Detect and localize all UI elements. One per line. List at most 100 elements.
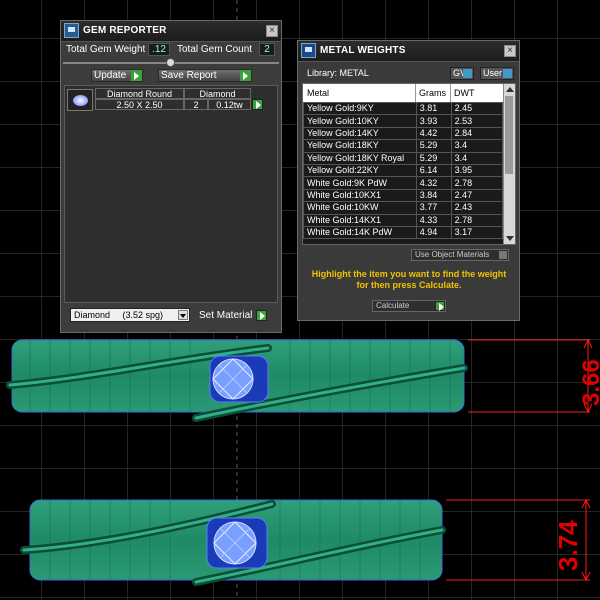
total-gem-weight-label: Total Gem Weight (66, 44, 146, 55)
set-material-label: Set Material (199, 310, 253, 321)
table-row[interactable]: White Gold:10KX1 3.84 2.47 (303, 188, 504, 203)
grams-cell: 3.77 (415, 201, 452, 215)
table-row[interactable]: Yellow Gold:18KY 5.29 3.4 (303, 139, 504, 153)
grams-cell: 3.93 (415, 114, 452, 128)
material-select[interactable]: Diamond (3.52 spg) (70, 308, 190, 322)
metal-name-cell: White Gold:10KW (303, 201, 417, 215)
dwt-cell: 2.78 (450, 176, 504, 190)
metal-name-cell: Yellow Gold:14KY (303, 126, 417, 141)
metal-table[interactable]: Metal Grams DWT Yellow Gold:9KY 3.81 2.45 Y… (302, 83, 516, 245)
dwt-cell: 3.4 (450, 151, 504, 165)
dimension-label-top: 3.66 (578, 359, 600, 406)
material-select-value: Diamond (3.52 spg) (74, 310, 164, 320)
gem-reporter-titlebar[interactable]: GEM REPORTER × (61, 21, 281, 42)
table-row[interactable]: White Gold:10KW 3.77 2.43 (303, 201, 504, 215)
gem-reporter-app-icon (64, 23, 79, 38)
gem-size-cell: 2.50 X 2.50 (95, 99, 184, 110)
calculate-button[interactable]: Calculate (372, 300, 446, 312)
library-label: Library: METAL (307, 68, 369, 78)
gem-reporter-panel: GEM REPORTER × Total Gem Weight .12 Tota… (60, 20, 282, 333)
play-arrow-icon (435, 301, 445, 311)
chevron-down-icon[interactable] (506, 236, 514, 241)
grams-cell: 6.14 (415, 163, 452, 178)
grams-cell: 4.42 (415, 126, 452, 141)
table-row[interactable]: Yellow Gold:22KY 6.14 3.95 (303, 163, 504, 178)
dwt-cell: 2.45 (450, 101, 504, 116)
table-row[interactable]: Yellow Gold:9KY 3.81 2.45 (303, 101, 504, 116)
gem-weight-cell: 0.12tw (208, 99, 251, 110)
play-arrow-icon (131, 70, 142, 81)
metal-column-header[interactable]: Metal (303, 84, 416, 102)
gem-list-row[interactable]: Diamond Round Diamond 2.50 X 2.50 2 0.12… (67, 88, 263, 114)
splitter-knob[interactable] (166, 58, 175, 67)
info-icon (463, 69, 472, 78)
grams-cell: 5.29 (415, 151, 452, 165)
gem-material-cell: Diamond (184, 88, 251, 99)
use-object-materials-label: Use Object Materials (415, 250, 490, 259)
info-icon (503, 69, 512, 78)
dwt-cell: 3.4 (450, 139, 504, 153)
metal-name-cell: Yellow Gold:18KY Royal (303, 151, 417, 165)
table-row[interactable]: White Gold:9K PdW 4.32 2.78 (303, 176, 504, 190)
grams-cell: 4.94 (415, 225, 452, 240)
update-button[interactable]: Update (91, 69, 143, 82)
grams-cell: 4.33 (415, 213, 452, 227)
play-arrow-icon[interactable] (252, 99, 263, 110)
gem-name-cell: Diamond Round (95, 88, 184, 99)
dwt-cell: 2.78 (450, 213, 504, 227)
chevron-down-icon (499, 251, 507, 259)
calculate-label: Calculate (376, 301, 410, 310)
grams-cell: 3.84 (415, 188, 452, 203)
metal-name-cell: Yellow Gold:18KY (303, 139, 417, 153)
chevron-down-icon (178, 310, 188, 320)
use-object-materials-select[interactable]: Use Object Materials (411, 249, 509, 261)
metal-weights-titlebar[interactable]: METAL WEIGHTS × (298, 41, 519, 62)
table-scrollbar[interactable] (503, 84, 515, 244)
gem-thumbnail (67, 89, 93, 111)
table-row[interactable]: Yellow Gold:18KY Royal 5.29 3.4 (303, 151, 504, 165)
table-row[interactable]: White Gold:14KX1 4.33 2.78 (303, 213, 504, 227)
dwt-cell: 2.53 (450, 114, 504, 128)
metal-name-cell: White Gold:9K PdW (303, 176, 417, 190)
user-toggle[interactable]: User (480, 67, 514, 80)
total-gem-count-label: Total Gem Count (177, 44, 253, 55)
diamond-stone-top (209, 355, 269, 403)
dwt-column-header[interactable]: DWT (451, 84, 503, 102)
gem-list[interactable]: Diamond Round Diamond 2.50 X 2.50 2 0.12… (64, 85, 278, 303)
metal-weights-app-icon (301, 43, 316, 58)
metal-weights-title: METAL WEIGHTS (320, 45, 406, 56)
grams-cell: 3.81 (415, 101, 452, 116)
table-row[interactable]: Yellow Gold:10KY 3.93 2.53 (303, 114, 504, 128)
dwt-cell: 3.95 (450, 163, 504, 178)
grams-cell: 5.29 (415, 139, 452, 153)
grams-column-header[interactable]: Grams (416, 84, 451, 102)
dwt-cell: 2.43 (450, 201, 504, 215)
calculate-hint: Highlight the item you want to find the … (311, 269, 507, 290)
play-arrow-icon (240, 70, 251, 81)
diamond-stone-bottom (206, 517, 268, 569)
scrollbar-thumb[interactable] (505, 96, 513, 174)
user-label: User (483, 68, 503, 78)
save-report-button[interactable]: Save Report (158, 69, 252, 82)
metal-name-cell: White Gold:10KX1 (303, 188, 417, 203)
play-arrow-icon[interactable] (256, 310, 267, 321)
metal-name-cell: Yellow Gold:10KY (303, 114, 417, 128)
close-icon[interactable]: × (266, 25, 278, 37)
gv-toggle[interactable]: GV (450, 67, 474, 80)
metal-name-cell: White Gold:14KX1 (303, 213, 417, 227)
table-row[interactable]: Yellow Gold:14KY 4.42 2.84 (303, 126, 504, 141)
update-button-label: Update (94, 70, 127, 81)
total-gem-count-value: 2 (259, 43, 275, 56)
metal-name-cell: White Gold:14K PdW (303, 225, 417, 240)
chevron-up-icon[interactable] (506, 87, 514, 92)
dwt-cell: 2.84 (450, 126, 504, 141)
gem-reporter-title: GEM REPORTER (83, 25, 167, 36)
metal-name-cell: Yellow Gold:9KY (303, 101, 417, 116)
close-icon[interactable]: × (504, 45, 516, 57)
grams-cell: 4.32 (415, 176, 452, 190)
table-row[interactable]: White Gold:14K PdW 4.94 3.17 (303, 225, 504, 240)
metal-rows[interactable]: Yellow Gold:9KY 3.81 2.45 Yellow Gold:10KY 3… (303, 101, 504, 240)
save-report-button-label: Save Report (161, 70, 217, 81)
metal-name-cell: Yellow Gold:22KY (303, 163, 417, 178)
dimension-label-bottom: 3.74 (553, 520, 583, 571)
